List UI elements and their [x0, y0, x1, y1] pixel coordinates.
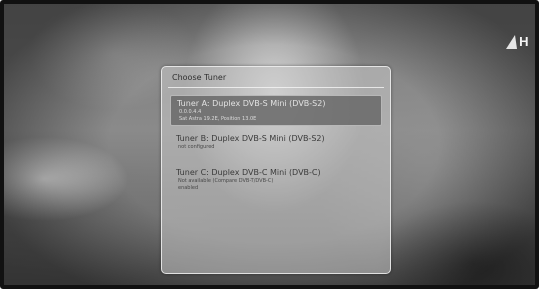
channel-logo-text: H: [519, 34, 529, 49]
channel-logo: H: [506, 34, 529, 49]
tuner-detail: Sat Astra 19.2E, Position 13.0E: [179, 116, 257, 122]
tuner-detail: enabled: [178, 185, 199, 191]
channel-logo-icon: [506, 34, 518, 49]
tuner-detail: 0.0.0.4.4: [179, 109, 202, 115]
tuner-name: Tuner C: Duplex DVB-C Mini (DVB-C): [176, 168, 321, 177]
tuner-item-a[interactable]: Tuner A: Duplex DVB-S Mini (DVB-S2) 0.0.…: [170, 95, 382, 126]
choose-tuner-dialog: Choose Tuner Tuner A: Duplex DVB-S Mini …: [161, 66, 391, 274]
tv-screen: H Choose Tuner Tuner A: Duplex DVB-S Min…: [0, 0, 539, 289]
tuner-detail: Not available (Compare DVB-T/DVB-C): [178, 178, 274, 184]
tuner-name: Tuner A: Duplex DVB-S Mini (DVB-S2): [177, 99, 326, 108]
divider: [168, 87, 384, 88]
tuner-item-b[interactable]: Tuner B: Duplex DVB-S Mini (DVB-S2) not …: [170, 131, 382, 153]
tuner-item-c[interactable]: Tuner C: Duplex DVB-C Mini (DVB-C) Not a…: [170, 165, 382, 194]
tuner-detail: not configured: [178, 144, 215, 150]
tuner-name: Tuner B: Duplex DVB-S Mini (DVB-S2): [176, 134, 325, 143]
dialog-title: Choose Tuner: [172, 73, 227, 82]
